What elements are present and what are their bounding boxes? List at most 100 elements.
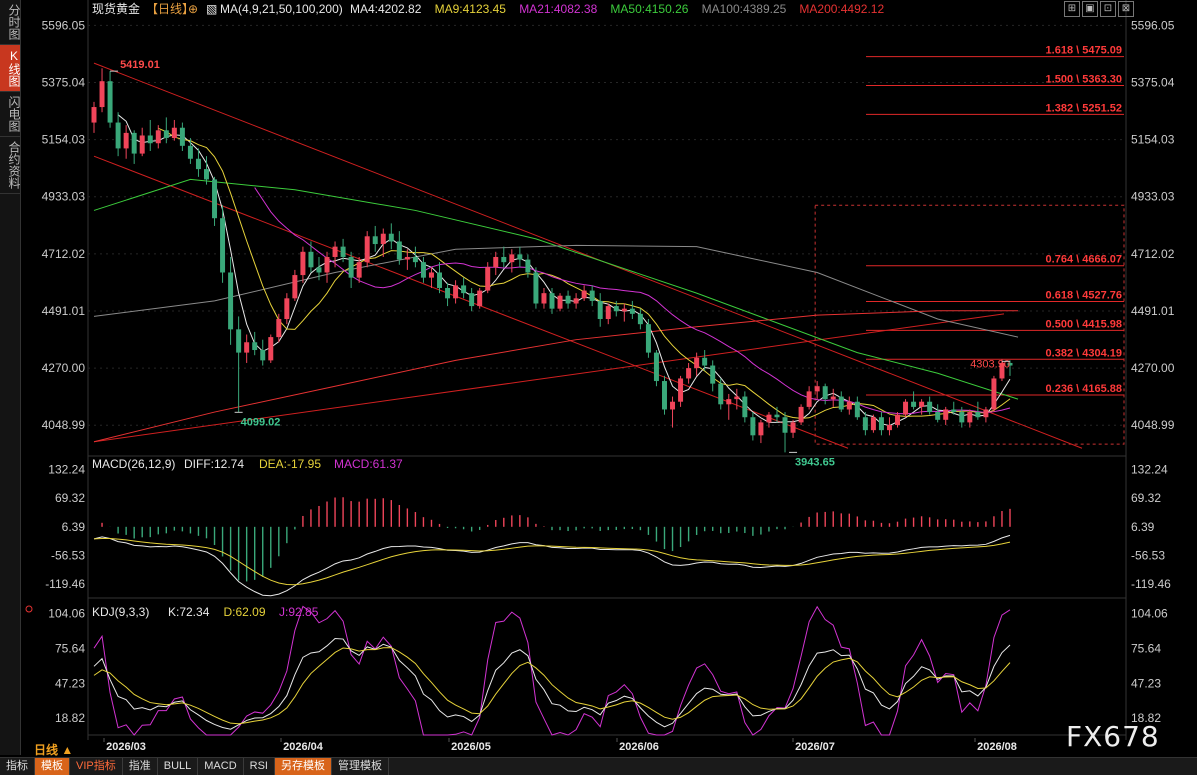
candle-body bbox=[565, 295, 571, 304]
candle-body bbox=[525, 259, 531, 273]
candle-body bbox=[790, 422, 796, 433]
candle-body bbox=[846, 401, 852, 410]
ma-value-5: MA200:4492.12 bbox=[799, 2, 884, 16]
ma-title: MA(4,9,21,50,100,200) bbox=[220, 2, 343, 16]
candle-body bbox=[983, 409, 989, 418]
kdj-y-tick-right: 75.64 bbox=[1131, 642, 1161, 656]
tab-save-template[interactable]: 另存模板 bbox=[275, 758, 332, 775]
macd-y-tick-right: 69.32 bbox=[1131, 491, 1161, 505]
candle-body bbox=[461, 285, 467, 294]
kdj-label-1: D:62.09 bbox=[224, 605, 266, 619]
candle-body bbox=[276, 319, 282, 338]
tab-template[interactable]: 模板 bbox=[35, 758, 70, 775]
tab-bull[interactable]: BULL bbox=[158, 758, 199, 775]
candle-body bbox=[284, 298, 290, 320]
candle-body bbox=[935, 412, 941, 420]
chart-canvas[interactable]: 5596.05 5596.05 5375.04 5375.04 5154.03 5154.… bbox=[0, 0, 1197, 756]
tab-zhizhun[interactable]: 指准 bbox=[123, 758, 158, 775]
candle-body bbox=[412, 256, 418, 263]
candle-body bbox=[959, 412, 965, 423]
candle-body bbox=[91, 107, 97, 123]
candle-body bbox=[814, 386, 820, 392]
close-icon[interactable]: ⊠ bbox=[1118, 1, 1134, 17]
kdj-y-tick-right: 47.23 bbox=[1131, 676, 1161, 690]
y-tick-label-right: 4491.01 bbox=[1131, 304, 1175, 318]
candle-body bbox=[99, 81, 105, 108]
layout-icon[interactable]: ▣ bbox=[1082, 1, 1098, 17]
candle-body bbox=[107, 81, 113, 123]
tab-macd[interactable]: MACD bbox=[198, 758, 244, 775]
fib-level-label: 0.500 \ 4415.98 bbox=[1046, 318, 1122, 330]
macd-title: MACD(26,12,9) bbox=[92, 457, 175, 471]
kdj-y-tick-left: 47.23 bbox=[55, 676, 85, 690]
candle-body bbox=[292, 275, 298, 299]
candle-body bbox=[388, 233, 394, 242]
candle-body bbox=[549, 293, 555, 309]
candle-body bbox=[204, 169, 209, 180]
y-tick-label-left: 4048.99 bbox=[42, 418, 86, 432]
channel-upper-line bbox=[93, 62, 1083, 449]
x-tick-label: 2026/08 bbox=[977, 741, 1017, 753]
kdj-label-0: K:72.34 bbox=[168, 605, 210, 619]
candle-body bbox=[613, 306, 619, 312]
candle-body bbox=[212, 179, 218, 219]
macd-label-0: DIFF:12.74 bbox=[184, 457, 244, 471]
candle-body bbox=[252, 342, 258, 351]
y-tick-label-right: 5375.04 bbox=[1131, 75, 1175, 89]
candle-body bbox=[228, 272, 234, 330]
y-tick-label-right: 5596.05 bbox=[1131, 18, 1175, 32]
kdj-y-tick-left: 104.06 bbox=[48, 607, 85, 621]
tab-indicators[interactable]: 指标 bbox=[0, 758, 35, 775]
candle-body bbox=[308, 251, 314, 268]
expand-icon[interactable]: ⊞ bbox=[1064, 1, 1080, 17]
window-icon[interactable]: ⊡ bbox=[1100, 1, 1116, 17]
candle-body bbox=[702, 357, 708, 366]
ma-line-ma4 bbox=[117, 114, 1011, 427]
candle-body bbox=[645, 324, 651, 353]
candle-body bbox=[485, 267, 491, 291]
candle-body bbox=[557, 295, 563, 309]
tab-vip-indicators[interactable]: VIP指标 bbox=[70, 758, 123, 775]
y-tick-label-left: 4933.03 bbox=[42, 190, 86, 204]
candle-body bbox=[878, 417, 884, 431]
chart-app: 分时图 K线图 闪电图 合约资料 5596.05 5596.05 5375.04 53… bbox=[0, 0, 1197, 775]
candle-body bbox=[911, 401, 917, 407]
candle-body bbox=[670, 401, 676, 410]
macd-label-1: DEA:-17.95 bbox=[259, 457, 321, 471]
macd-y-tick-left: 6.39 bbox=[62, 520, 86, 534]
y-tick-label-right: 5154.03 bbox=[1131, 133, 1175, 147]
macd-dea-line bbox=[93, 537, 1011, 586]
candle-body bbox=[742, 396, 748, 418]
ma-value-1: MA9:4123.45 bbox=[435, 2, 507, 16]
macd-y-tick-left: 69.32 bbox=[55, 491, 85, 505]
candle-body bbox=[236, 329, 242, 353]
candle-body bbox=[332, 246, 338, 257]
candle-body bbox=[686, 368, 692, 379]
period-selector[interactable]: 日线 ▲ bbox=[34, 741, 73, 758]
tab-rsi[interactable]: RSI bbox=[244, 758, 275, 775]
candle-body bbox=[501, 256, 507, 263]
candle-body bbox=[806, 391, 812, 407]
candle-body bbox=[854, 401, 860, 418]
candle-body bbox=[541, 293, 547, 304]
toolbar: ⊞ ▣ ⊡ ⊠ bbox=[1064, 1, 1134, 17]
x-tick-label: 2026/06 bbox=[619, 741, 659, 753]
macd-y-tick-left: 132.24 bbox=[48, 463, 85, 477]
candle-body bbox=[991, 378, 997, 410]
candle-body bbox=[509, 254, 515, 263]
candle-body bbox=[316, 267, 322, 273]
candle-body bbox=[517, 254, 523, 260]
y-tick-label-left: 4712.02 bbox=[42, 247, 86, 261]
candle-body bbox=[951, 409, 957, 413]
price-annotation: 5419.01 bbox=[120, 59, 160, 71]
x-tick-label: 2026/07 bbox=[795, 741, 835, 753]
ma-value-0: MA4:4202.82 bbox=[350, 2, 422, 16]
price-annotation: 3943.65 bbox=[795, 456, 835, 468]
candle-body bbox=[493, 256, 499, 268]
macd-y-tick-left: -56.53 bbox=[51, 548, 85, 562]
candle-body bbox=[139, 135, 145, 154]
candle-body bbox=[123, 132, 129, 149]
candle-body bbox=[380, 233, 386, 245]
y-tick-label-right: 4270.00 bbox=[1131, 361, 1175, 375]
tab-manage-template[interactable]: 管理模板 bbox=[332, 758, 389, 775]
